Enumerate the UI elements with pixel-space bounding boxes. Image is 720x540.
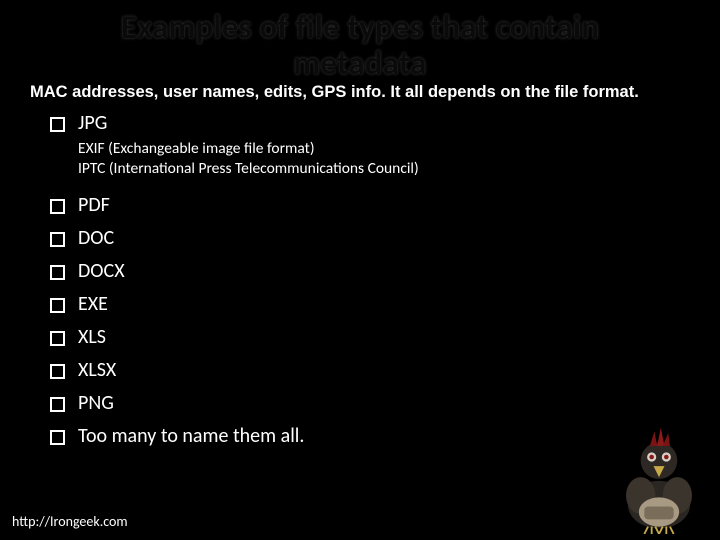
slide-title: Examples of file types that contain meta… — [30, 10, 690, 81]
list-item: PDF — [50, 190, 690, 221]
item-label: Too many to name them all. — [78, 424, 304, 448]
bullet-list: PDF DOC DOCX EXE XLS XLSX PNG Too many t… — [30, 190, 690, 452]
slide-subtitle: MAC addresses, user names, edits, GPS in… — [30, 83, 690, 102]
list-item: JPG — [50, 108, 690, 139]
list-item: Too many to name them all. — [50, 421, 690, 452]
item-label: EXE — [78, 292, 108, 316]
item-label: JPG — [78, 111, 107, 135]
subitem-line: IPTC (International Press Telecommunicat… — [78, 159, 690, 179]
list-item: DOCX — [50, 256, 690, 287]
slide: Examples of file types that contain meta… — [0, 0, 720, 540]
mascot-icon — [604, 424, 714, 534]
footer-url: http://Irongeek.com — [12, 513, 128, 530]
list-item: PNG — [50, 388, 690, 419]
list-item: XLSX — [50, 355, 690, 386]
item-label: XLSX — [78, 358, 116, 382]
item-label: PDF — [78, 193, 110, 217]
list-item: DOC — [50, 223, 690, 254]
item-label: DOCX — [78, 259, 125, 283]
item-label: XLS — [78, 325, 106, 349]
subitem: EXIF (Exchangeable image file format) IP… — [30, 139, 690, 179]
title-line-1: Examples of file types that contain — [121, 7, 599, 47]
list-item: EXE — [50, 289, 690, 320]
list-item: XLS — [50, 322, 690, 353]
title-line-2: metadata — [293, 43, 426, 83]
item-label: PNG — [78, 391, 114, 415]
subitem-line: EXIF (Exchangeable image file format) — [78, 139, 690, 159]
item-label: DOC — [78, 226, 114, 250]
bullet-list: JPG — [30, 108, 690, 139]
